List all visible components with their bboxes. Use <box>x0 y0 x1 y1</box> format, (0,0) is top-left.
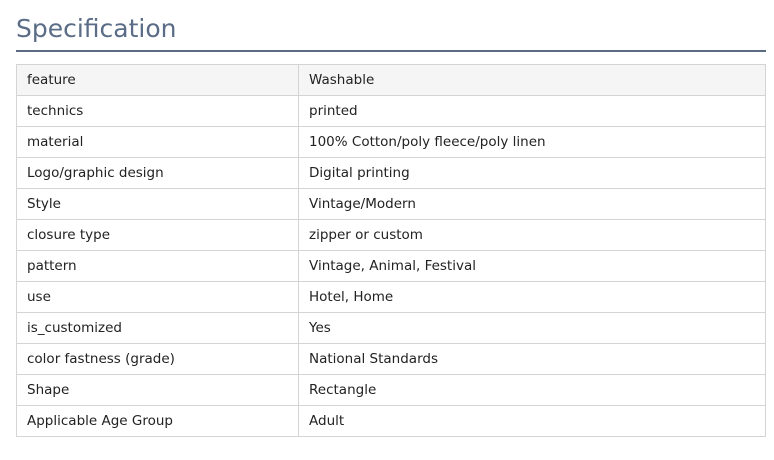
spec-row-is-customized: is_customized Yes <box>16 312 766 344</box>
spec-key: use <box>16 281 299 313</box>
spec-row-color-fastness: color fastness (grade) National Standard… <box>16 343 766 375</box>
spec-value: printed <box>298 95 766 127</box>
spec-value: National Standards <box>298 343 766 375</box>
spec-row-pattern: pattern Vintage, Animal, Festival <box>16 250 766 282</box>
spec-key: technics <box>16 95 299 127</box>
spec-value: Hotel, Home <box>298 281 766 313</box>
spec-key: material <box>16 126 299 158</box>
spec-key: feature <box>16 64 299 96</box>
spec-key: color fastness (grade) <box>16 343 299 375</box>
spec-value: zipper or custom <box>298 219 766 251</box>
spec-row-use: use Hotel, Home <box>16 281 766 313</box>
specification-section-header: Specification <box>16 12 766 52</box>
spec-row-technics: technics printed <box>16 95 766 127</box>
spec-value: Vintage, Animal, Festival <box>298 250 766 282</box>
spec-value: Washable <box>298 64 766 96</box>
spec-row-closure-type: closure type zipper or custom <box>16 219 766 251</box>
spec-key: pattern <box>16 250 299 282</box>
spec-value: Vintage/Modern <box>298 188 766 220</box>
spec-key: Shape <box>16 374 299 406</box>
spec-row-shape: Shape Rectangle <box>16 374 766 406</box>
specification-table: feature Washable technics printed materi… <box>16 64 766 437</box>
specification-title: Specification <box>16 14 177 43</box>
spec-row-style: Style Vintage/Modern <box>16 188 766 220</box>
spec-value: Rectangle <box>298 374 766 406</box>
spec-value: Yes <box>298 312 766 344</box>
spec-value: Digital printing <box>298 157 766 189</box>
spec-key: Logo/graphic design <box>16 157 299 189</box>
spec-key: Applicable Age Group <box>16 405 299 437</box>
spec-row-logo-graphic-design: Logo/graphic design Digital printing <box>16 157 766 189</box>
spec-row-applicable-age-group: Applicable Age Group Adult <box>16 405 766 437</box>
spec-key: closure type <box>16 219 299 251</box>
spec-row-feature: feature Washable <box>16 64 766 96</box>
specification-table-body: feature Washable technics printed materi… <box>16 64 766 437</box>
spec-key: is_customized <box>16 312 299 344</box>
spec-value: 100% Cotton/poly fleece/poly linen <box>298 126 766 158</box>
spec-row-material: material 100% Cotton/poly fleece/poly li… <box>16 126 766 158</box>
spec-value: Adult <box>298 405 766 437</box>
spec-key: Style <box>16 188 299 220</box>
